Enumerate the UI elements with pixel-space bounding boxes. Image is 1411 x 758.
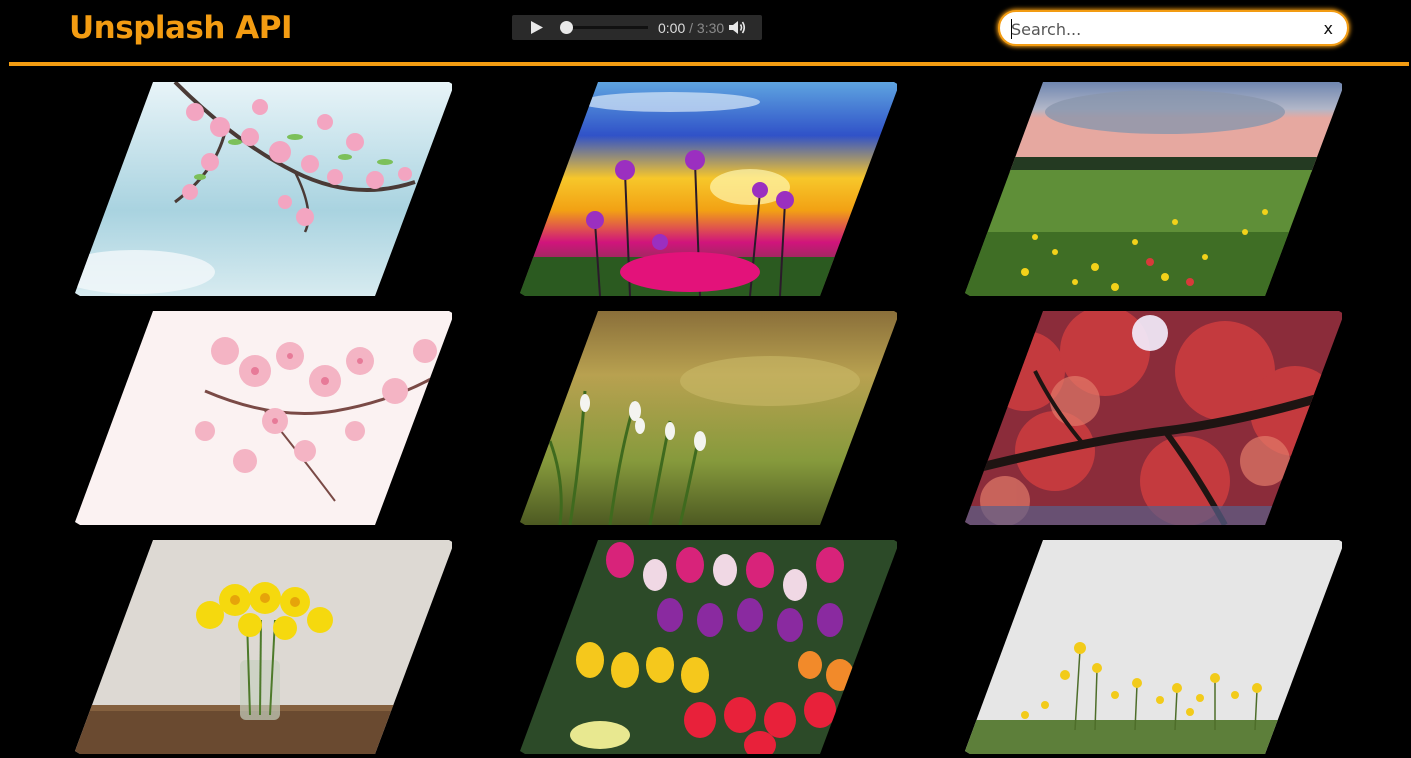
image-daffodils-in-jar [75, 540, 452, 754]
image-sunset-wildflowers [520, 82, 897, 296]
gallery-image-meadow[interactable] [965, 82, 1342, 296]
gallery-image-snowdrops[interactable] [520, 311, 897, 525]
gallery-image-autumn-tree[interactable] [965, 311, 1342, 525]
gallery-image-sunset-wildflowers[interactable] [520, 82, 897, 296]
audio-seek-handle[interactable] [560, 21, 573, 34]
audio-current-time: 0:00 [658, 20, 686, 36]
header-divider [9, 62, 1409, 66]
search-input[interactable] [1011, 18, 1301, 40]
play-icon[interactable] [529, 20, 545, 35]
audio-seek-track[interactable] [560, 26, 648, 29]
image-tulip-market [520, 540, 897, 754]
volume-icon[interactable] [728, 19, 746, 36]
image-yellow-daisies [965, 540, 1342, 754]
app-header: Unsplash API 0:00 / 3:30 x [0, 0, 1411, 66]
audio-duration: 3:30 [696, 20, 725, 36]
audio-time-separator: / [685, 20, 697, 36]
gallery-image-cherry-blossom-closeup[interactable] [75, 311, 452, 525]
image-snowdrops [520, 311, 897, 525]
image-wildflower-meadow [965, 82, 1342, 296]
image-cherry-blossom-branch [75, 82, 452, 296]
clear-search-button[interactable]: x [1324, 19, 1333, 39]
page-title: Unsplash API [69, 10, 293, 46]
gallery-image-cherry-blossom-branch[interactable] [75, 82, 452, 296]
search-box[interactable]: x [998, 10, 1349, 46]
gallery-image-tulips[interactable] [520, 540, 897, 754]
image-cherry-blossom-closeup [75, 311, 452, 525]
gallery-image-daisies[interactable] [965, 540, 1342, 754]
image-autumn-tree [965, 311, 1342, 525]
gallery-image-daffodils[interactable] [75, 540, 452, 754]
audio-player[interactable]: 0:00 / 3:30 [512, 15, 762, 40]
audio-time-display: 0:00 / 3:30 [658, 20, 724, 36]
